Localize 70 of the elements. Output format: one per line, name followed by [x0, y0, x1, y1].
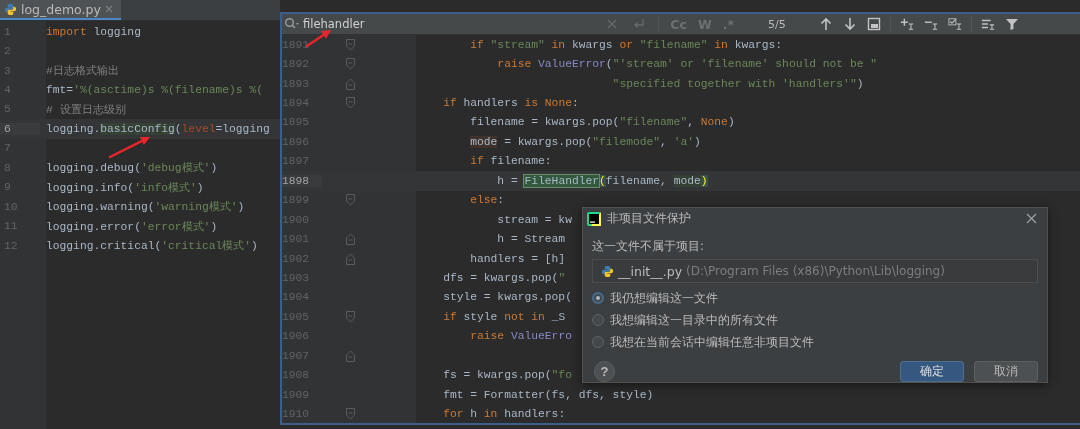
up-arrow-icon[interactable] [818, 17, 833, 31]
help-button[interactable]: ? [594, 361, 615, 382]
code-line: for h in handlers: [442, 408, 566, 421]
file-name: __init__.py [618, 263, 683, 279]
code-line: if style not in _S [442, 310, 566, 323]
code-line: fmt='%(asctime)s %(filename)s %( [45, 84, 263, 97]
code-line: h = Stream [496, 233, 566, 246]
close-icon[interactable] [1026, 213, 1037, 224]
code-line: dfs = kwargs.pop(" [442, 271, 566, 284]
plus-cursor-icon[interactable] [899, 17, 914, 31]
fold-marker-icon[interactable] [345, 408, 355, 421]
code-line: "specified together with 'handlers'") [611, 77, 864, 90]
cancel-button[interactable]: 取消 [974, 361, 1038, 382]
down-arrow-icon[interactable] [842, 17, 857, 31]
fold-marker-icon[interactable] [345, 349, 355, 362]
radio-option[interactable]: 我想在当前会话中编辑任意非项目文件 [592, 331, 1038, 353]
line-number: 1898 [282, 174, 322, 187]
code-line: else: [469, 194, 505, 207]
code-line: logging.basicConfig(level=logging [45, 122, 270, 135]
fold-marker-icon[interactable] [345, 58, 355, 71]
file-path: (D:\Program Files (x86)\Python\Lib\logging) [686, 264, 945, 278]
filter-icon[interactable] [1004, 17, 1019, 31]
code-line: # 设置日志级别 [45, 102, 126, 117]
radio-icon[interactable] [592, 314, 604, 326]
code-line: logging.critical('critical模式') [45, 239, 258, 254]
close-icon[interactable] [104, 5, 113, 13]
fold-marker-icon[interactable] [345, 97, 355, 110]
dialog-message: 这一文件不属于项目: [592, 239, 705, 254]
code-line: mode = kwargs.pop("filemode", 'a') [469, 135, 701, 148]
fold-marker-icon[interactable] [345, 194, 355, 207]
code-line: style = kwargs.pop( [442, 291, 572, 304]
filter-lines-icon[interactable] [980, 17, 995, 31]
code-line: handlers = [h] [469, 252, 566, 265]
fold-marker-icon[interactable] [345, 77, 355, 90]
code-line: filename = kwargs.pop("filename", None) [469, 116, 735, 129]
file-tab[interactable]: log_demo.py [0, 0, 121, 20]
code-line: logging.error('error模式') [45, 219, 218, 234]
fold-marker-icon[interactable] [345, 38, 355, 51]
code-line: if handlers is None: [442, 97, 579, 110]
code-line: import logging [45, 25, 141, 38]
code-line: h = FileHandler(filename, mode) [496, 174, 708, 187]
code-line: fmt = Formatter(fs, dfs, style) [442, 388, 654, 401]
code-line: logging.debug('debug模式') [45, 161, 218, 176]
search-icon[interactable] [284, 17, 300, 31]
code-line: raise ValueErro [469, 330, 572, 343]
code-line: if filename: [469, 155, 552, 168]
match-count: 5/5 [768, 17, 786, 31]
code-line: raise ValueError("'stream' or 'filename' should not be " [496, 58, 877, 71]
python-file-icon [4, 2, 17, 16]
fold-marker-icon[interactable] [345, 310, 355, 323]
radio-option[interactable]: 我仍想编辑这一文件 [592, 287, 1038, 309]
radio-icon[interactable] [592, 336, 604, 348]
code-line: fs = kwargs.pop("fo [442, 369, 572, 382]
code-line: logging.warning('warning模式') [45, 200, 245, 215]
fold-marker-icon[interactable] [345, 233, 355, 246]
radio-option[interactable]: 我想编辑这一目录中的所有文件 [592, 309, 1038, 331]
code-line: logging.info('info模式') [45, 180, 204, 195]
square-icon[interactable] [866, 17, 881, 31]
ok-button[interactable]: 确定 [900, 361, 964, 382]
dialog-title: 非项目文件保护 [607, 211, 692, 226]
checklist-icon[interactable] [947, 17, 962, 31]
line-number: 6 [0, 122, 40, 135]
annotation-arrow [108, 137, 150, 159]
code-line: stream = kw [496, 213, 572, 226]
radio-icon[interactable] [592, 292, 604, 304]
code-line: #日志格式输出 [45, 64, 119, 79]
app-icon [587, 211, 601, 226]
code-line: if "stream" in kwargs or "filename" in kwargs: [469, 38, 783, 51]
fold-marker-icon[interactable] [345, 252, 355, 265]
python-file-icon [601, 264, 614, 278]
